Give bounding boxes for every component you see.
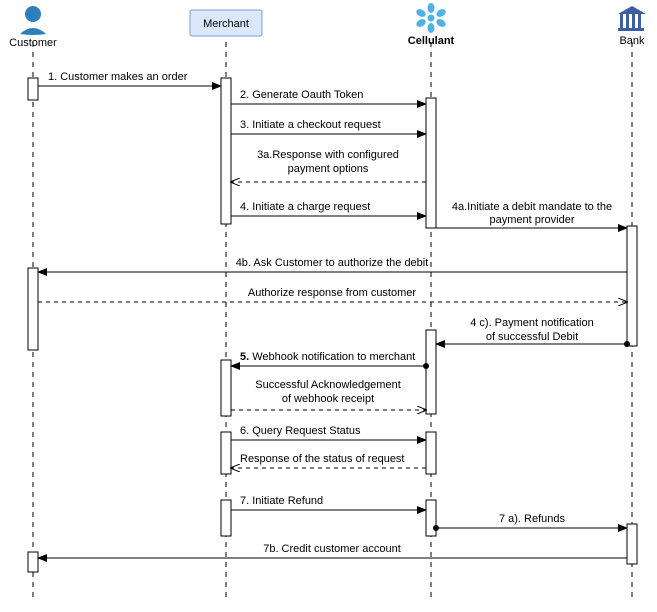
msg-6: 6. Query Request Status (240, 425, 361, 437)
msg-5ack-line1: Successful Acknowledgement (255, 379, 401, 391)
msg-2: 2. Generate Oauth Token (240, 89, 363, 101)
msg-7a: 7 a). Refunds (499, 513, 566, 525)
sequence-diagram: Customer Merchant Cellulant Bank (0, 0, 657, 612)
msg-3a-line1: 3a.Response with configured (257, 149, 399, 161)
customer-label: Customer (9, 37, 57, 49)
msg-4b: 4b. Ask Customer to authorize the debit (236, 257, 429, 269)
bank-icon (618, 6, 646, 31)
msg-1: 1. Customer makes an order (48, 71, 188, 83)
msg-4: 4. Initiate a charge request (240, 201, 370, 213)
cellulant-label: Cellulant (408, 35, 455, 47)
msg-4c-line1: 4 c). Payment notification (470, 317, 594, 329)
msg-auth: Authorize response from customer (248, 287, 416, 299)
actor-cellulant: Cellulant (408, 3, 455, 47)
bank-label: Bank (619, 35, 645, 47)
merchant-label: Merchant (203, 18, 249, 30)
msg-4c-line2: of successful Debit (486, 331, 578, 343)
msg-4a-line2: payment provider (490, 214, 575, 226)
msg-7: 7. Initiate Refund (240, 495, 323, 507)
msg-6r: Response of the status of request (240, 453, 405, 465)
actor-bank: Bank (618, 6, 646, 47)
msg-3a-line2: payment options (288, 163, 369, 175)
actor-customer: Customer (9, 6, 57, 49)
msg-5: 5. Webhook notification to merchant (240, 351, 415, 363)
cellulant-icon (415, 3, 447, 33)
msg-5ack-line2: of webhook receipt (282, 393, 374, 405)
actor-merchant: Merchant (190, 10, 262, 36)
msg-3: 3. Initiate a checkout request (240, 119, 381, 131)
msg-4a-line1: 4a.Initiate a debit mandate to the (452, 201, 612, 213)
msg-7b: 7b. Credit customer account (263, 543, 401, 555)
